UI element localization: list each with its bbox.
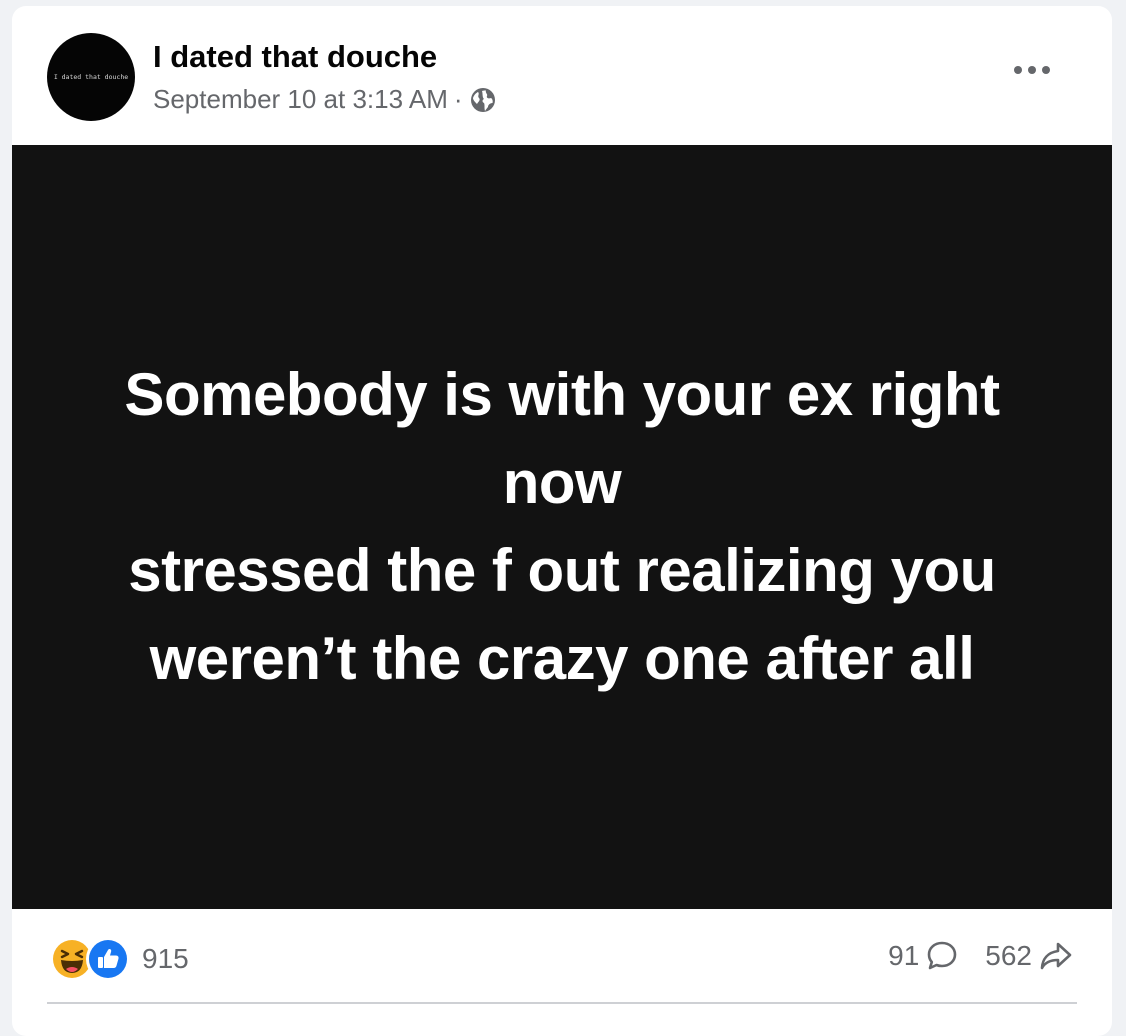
post-body-line: now (502, 449, 622, 516)
globe-icon[interactable] (469, 86, 497, 114)
like-reaction-icon (86, 937, 130, 981)
comment-count: 91 (888, 940, 920, 971)
meta-separator: · (453, 84, 463, 114)
post-body-line: stressed the f out realizing you (128, 537, 996, 604)
post-card: I dated that douche I dated that douche … (12, 6, 1112, 1036)
share-count: 562 (985, 940, 1032, 971)
reaction-count: 915 (142, 943, 189, 974)
post-body-line: weren’t the crazy one after all (149, 625, 975, 692)
engagement-stats: 91 562 (888, 939, 1074, 973)
more-options-icon[interactable] (1002, 50, 1062, 90)
post-body-line: Somebody is with your ex right (124, 361, 1000, 428)
share-arrow-icon (1032, 939, 1074, 973)
page-name-link[interactable]: I dated that douche (153, 39, 437, 75)
comment-bubble-icon (919, 939, 959, 973)
comments-count-button[interactable]: 91 (888, 939, 959, 973)
post-body-text: Somebody is with your ex right now stres… (62, 351, 1062, 703)
reactions-summary[interactable]: 915 (50, 937, 189, 981)
page-avatar[interactable]: I dated that douche (47, 33, 135, 121)
post-header: I dated that douche I dated that douche … (12, 6, 1112, 145)
engagement-bar: 915 91 562 (12, 909, 1112, 1036)
post-timestamp-link[interactable]: September 10 at 3:13 AM (153, 84, 448, 115)
engagement-divider (47, 1002, 1077, 1004)
post-meta: September 10 at 3:13 AM · (153, 84, 497, 115)
post-text-image[interactable]: Somebody is with your ex right now stres… (12, 145, 1112, 909)
shares-count-button[interactable]: 562 (985, 939, 1074, 973)
avatar-logo-text: I dated that douche (53, 73, 129, 81)
